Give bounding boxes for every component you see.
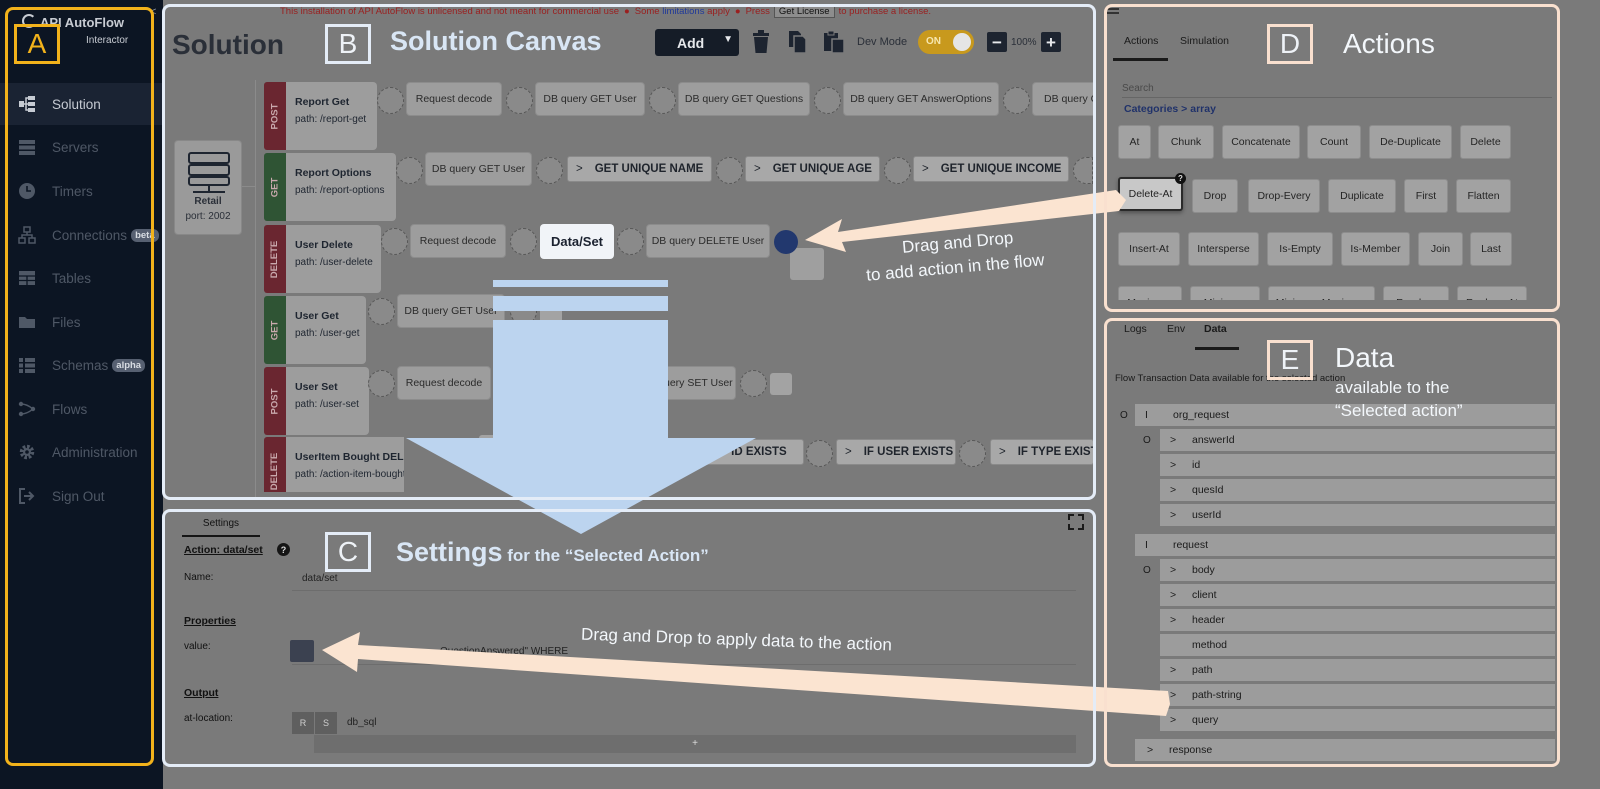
region-e-title: Data <box>1335 342 1395 373</box>
region-a-frame <box>5 7 154 766</box>
region-b-label: B <box>325 24 371 64</box>
region-a-label: A <box>14 24 60 64</box>
region-d-frame <box>1104 4 1560 312</box>
region-c-label: C <box>325 532 371 572</box>
region-b-title: Solution Canvas <box>390 26 602 56</box>
region-e-sub1: available to the <box>1335 378 1450 397</box>
region-e-sub2: “Selected action” <box>1335 401 1463 420</box>
region-d-title: Actions <box>1343 28 1435 59</box>
region-c-title: Settings for the “Selected Action” <box>396 537 709 567</box>
region-e-label: E <box>1267 340 1313 380</box>
region-e-frame <box>1104 318 1560 767</box>
region-d-label: D <box>1267 24 1313 64</box>
